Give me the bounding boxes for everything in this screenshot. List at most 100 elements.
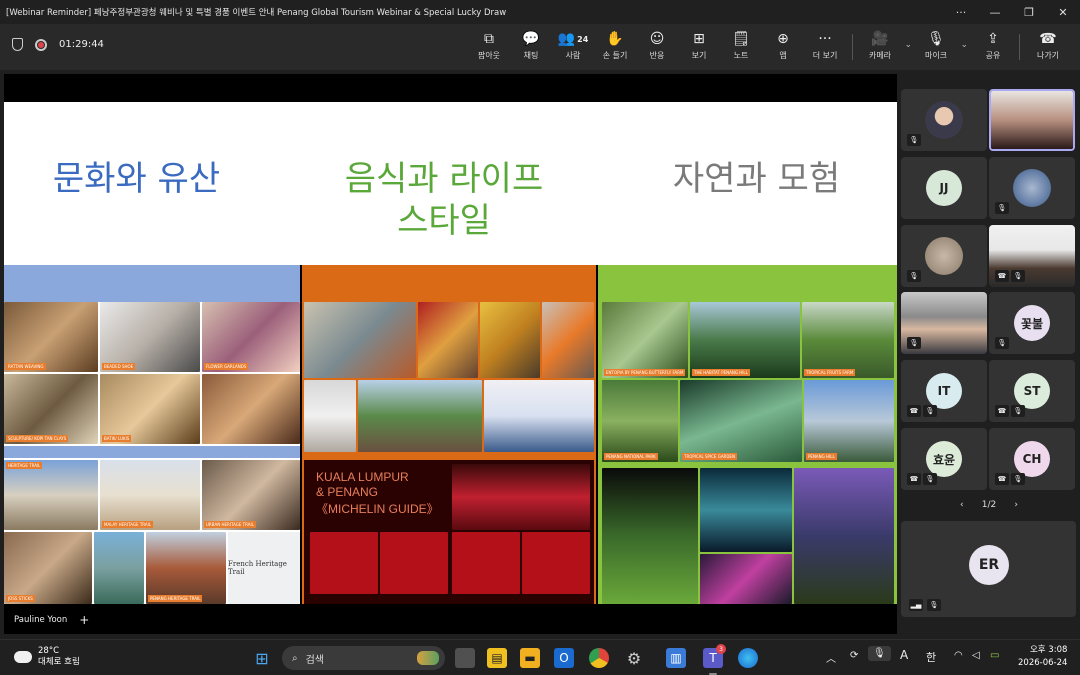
- chevron-down-icon[interactable]: ⌄: [960, 40, 968, 50]
- apps-button[interactable]: ⊕ 앱: [761, 30, 805, 64]
- chrome-icon[interactable]: [589, 648, 609, 668]
- sync-icon[interactable]: ⟳: [850, 650, 858, 661]
- language-indicator[interactable]: 한: [926, 649, 936, 665]
- avatar: IT: [926, 373, 962, 409]
- participant-tile[interactable]: CH ☎ 🎙: [989, 428, 1075, 490]
- food-photo: [484, 380, 594, 452]
- people-count: 24: [577, 34, 589, 44]
- participant-tile[interactable]: 효윤 ☎ 🎙: [901, 428, 987, 490]
- mic-off-icon: 🎙: [1011, 405, 1025, 417]
- file-explorer-icon[interactable]: ▬: [520, 648, 540, 668]
- photo-caption: RATTAN WEAVING: [6, 363, 46, 370]
- photo-caption: PENANG NATIONAL PARK: [604, 453, 658, 460]
- camera-label: 카메라: [868, 51, 892, 60]
- windows-start-icon[interactable]: ⊞: [252, 648, 272, 668]
- notes-label: 노트: [733, 51, 749, 60]
- recording-icon: [35, 38, 47, 51]
- more-options-button[interactable]: ···: [944, 0, 978, 24]
- raise-hand-button[interactable]: ✋ 손 들기: [593, 30, 637, 64]
- next-page-button[interactable]: ›: [1014, 500, 1018, 510]
- mic-button[interactable]: 🎙 마이크 ⌄: [914, 30, 968, 64]
- people-button[interactable]: 👥 24 사람: [551, 30, 595, 64]
- sticky-notes-icon[interactable]: ▤: [487, 648, 507, 668]
- meeting-toolbar: 01:29:44 ⧉ 팝아웃 💬 채팅 👥 24 사람 ✋ 손 들기 ☺ 반응 ⊞…: [0, 24, 1080, 70]
- popout-button[interactable]: ⧉ 팝아웃: [467, 30, 511, 64]
- react-label: 반응: [649, 51, 665, 60]
- nature-photo: PENANG HILL: [804, 380, 894, 462]
- heading-nature: 자연과 모험: [672, 159, 841, 199]
- chat-button[interactable]: 💬 채팅: [509, 30, 553, 64]
- search-placeholder: 검색: [305, 654, 325, 666]
- prev-page-button[interactable]: ‹: [960, 500, 964, 510]
- leave-button[interactable]: ☎ 나가기: [1026, 30, 1070, 64]
- battery-icon[interactable]: ▭: [990, 650, 999, 661]
- signal-icon: ▂▄: [909, 599, 923, 611]
- participant-tile[interactable]: 🎙: [901, 292, 987, 354]
- raise-hand-label: 손 들기: [602, 51, 628, 60]
- culture-photo: BATIK/ LUKIS: [100, 374, 200, 444]
- share-button[interactable]: ⇪ 공유: [971, 30, 1015, 64]
- ime-mode[interactable]: A: [900, 648, 908, 662]
- participant-tile[interactable]: 꽃불 🎙: [989, 292, 1075, 354]
- wifi-icon[interactable]: ◠: [954, 650, 963, 661]
- food-photo: [480, 302, 540, 378]
- participant-tile[interactable]: IT ☎ 🎙: [901, 360, 987, 422]
- participant-tile-large[interactable]: ER ▂▄ 🎙: [901, 521, 1076, 617]
- task-view-icon[interactable]: [455, 648, 475, 668]
- participant-tile[interactable]: 🎙: [901, 89, 987, 151]
- participant-tile-active[interactable]: [989, 89, 1075, 151]
- chat-label: 채팅: [523, 51, 539, 60]
- weather-widget[interactable]: 28°C 대체로 흐림: [11, 646, 80, 668]
- more-button[interactable]: ··· 더 보기: [803, 30, 847, 64]
- cloud-icon: [11, 648, 32, 663]
- handset-icon: ☎: [907, 405, 921, 417]
- restore-button[interactable]: ❐: [1012, 0, 1046, 24]
- participant-tile[interactable]: ST ☎ 🎙: [989, 360, 1075, 422]
- participant-tile[interactable]: ☎ 🎙: [989, 225, 1075, 287]
- participant-video: [925, 237, 963, 275]
- camera-button[interactable]: 🎥 카메라 ⌄: [858, 30, 912, 64]
- culture-photo: [202, 374, 300, 444]
- chevron-down-icon[interactable]: ⌄: [904, 40, 912, 50]
- chevron-up-icon[interactable]: ︿: [826, 650, 836, 665]
- photo-caption: PENANG HILL: [806, 453, 837, 460]
- photo-caption: TROPICAL SPICE GARDEN: [682, 453, 737, 460]
- search-icon: ⌕: [292, 652, 298, 664]
- notes-icon: 🗒: [732, 31, 750, 47]
- notes-button[interactable]: 🗒 노트: [719, 30, 763, 64]
- system-clock[interactable]: 오후 3:08 2026-06-24: [1018, 644, 1067, 670]
- nature-photo: PENANG NATIONAL PARK: [602, 380, 678, 462]
- taskbar-search[interactable]: ⌕ 검색: [282, 646, 445, 670]
- close-button[interactable]: ✕: [1046, 0, 1080, 24]
- handset-icon: ☎: [995, 473, 1009, 485]
- people-label: 사람: [565, 51, 581, 60]
- add-icon[interactable]: +: [79, 613, 89, 627]
- meeting-timer: 01:29:44: [59, 39, 104, 50]
- culture-photo: URBAN HERITAGE TRAIL: [202, 460, 300, 530]
- participant-tile[interactable]: 🎙: [901, 225, 987, 287]
- michelin-line1: KUALA LUMPUR: [316, 470, 409, 484]
- participant-tile[interactable]: JJ: [901, 157, 987, 219]
- handset-icon: ☎: [995, 270, 1009, 282]
- photo-caption: TROPICAL FRUITS FARM: [804, 369, 856, 376]
- minimize-button[interactable]: —: [978, 0, 1012, 24]
- react-button[interactable]: ☺ 반응: [635, 30, 679, 64]
- mic-off-icon: 🎙: [927, 31, 945, 47]
- notification-badge: 3: [716, 644, 726, 654]
- participant-tile[interactable]: 🎙: [989, 157, 1075, 219]
- view-button[interactable]: ⊞ 보기: [677, 30, 721, 64]
- outlook-icon[interactable]: O: [554, 648, 574, 668]
- settings-gear-icon[interactable]: ⚙: [624, 648, 644, 668]
- plus-icon: ⊕: [777, 31, 789, 47]
- page-indicator: 1/2: [981, 500, 997, 510]
- nature-photo: TROPICAL FRUITS FARM: [802, 302, 894, 378]
- weather-temp: 28°C: [38, 646, 60, 656]
- shared-screen: 문화와 유산 음식과 라이프 스타일 자연과 모험 RATTAN WEAVING…: [4, 74, 897, 634]
- volume-icon[interactable]: ◁: [972, 650, 980, 661]
- mic-off-icon: 🎙: [923, 405, 937, 417]
- clock-date: 2026-06-24: [1018, 658, 1068, 668]
- mic-muted-tray-icon[interactable]: 🎙: [868, 646, 891, 661]
- edge-icon[interactable]: [738, 648, 758, 668]
- notepad-icon[interactable]: ▥: [666, 648, 686, 668]
- presenter-bar: Pauline Yoon +: [4, 612, 89, 628]
